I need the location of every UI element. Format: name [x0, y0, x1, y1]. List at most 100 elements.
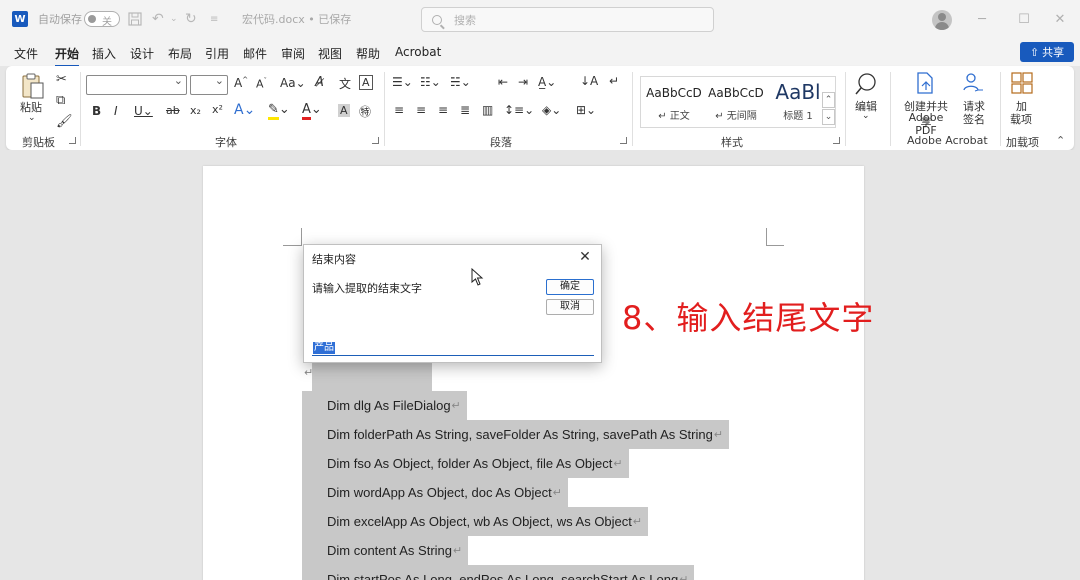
align-right-icon[interactable]: ≡ [438, 103, 448, 117]
tab-view[interactable]: 视图 [318, 45, 342, 62]
numbering-icon[interactable]: ☷⌄ [420, 75, 441, 89]
font-name-combo[interactable] [86, 74, 187, 95]
clipboard-launcher-icon[interactable] [69, 137, 76, 144]
request-signature-icon[interactable] [961, 71, 985, 95]
code-line[interactable]: Dim folderPath As String, saveFolder As … [302, 420, 730, 449]
styles-scroll-up-icon[interactable]: ⌃ [822, 92, 835, 108]
request-sign-label-2[interactable]: 签名 [963, 111, 985, 127]
enclose-characters-icon[interactable]: ㊕ [359, 103, 371, 120]
save-icon[interactable] [128, 0, 142, 38]
underline-icon[interactable]: U⌄ [134, 104, 153, 118]
maximize-icon[interactable]: ☐ [1004, 0, 1044, 38]
code-line[interactable]: Dim fso As Object, folder As Object, fil… [302, 449, 629, 478]
superscript-icon[interactable]: x² [212, 103, 223, 116]
code-line[interactable]: Dim dlg As FileDialog ↵ [302, 391, 467, 420]
borders-icon[interactable]: ⊞⌄ [576, 103, 596, 117]
document-title[interactable]: 宏代码.docx • 已保存 [242, 0, 351, 38]
bold-icon[interactable]: B [92, 104, 101, 118]
addins-icon[interactable] [1011, 72, 1033, 94]
editing-dropdown-icon[interactable]: ⌄ [862, 111, 870, 121]
strikethrough-icon[interactable]: ab [166, 104, 180, 117]
copy-icon[interactable]: ⧉ [56, 93, 65, 108]
clear-formatting-icon[interactable]: A̷ [315, 75, 324, 90]
margin-corner-mark [766, 245, 784, 246]
autosave-state: 关 [102, 17, 112, 28]
tab-design[interactable]: 设计 [130, 45, 154, 62]
document-page[interactable]: ↵ Dim dlg As FileDialog ↵ Dim folderPath … [203, 166, 864, 580]
tab-acrobat[interactable]: Acrobat [395, 45, 441, 59]
tab-home[interactable]: 开始 [55, 45, 80, 67]
collapse-ribbon-icon[interactable]: ⌃ [1056, 134, 1065, 147]
paragraph-launcher-icon[interactable] [620, 137, 627, 144]
tab-references[interactable]: 引用 [205, 45, 229, 62]
font-size-combo[interactable] [190, 74, 228, 95]
tab-help[interactable]: 帮助 [356, 45, 380, 62]
undo-icon[interactable]: ↶ [152, 0, 164, 38]
asian-layout-icon[interactable]: A̲⌄ [538, 75, 556, 89]
style-normal[interactable]: AaBbCcD ↵ 正文 [643, 77, 705, 127]
search-input[interactable]: 搜索 [421, 7, 714, 32]
tab-insert[interactable]: 插入 [92, 45, 116, 62]
tab-review[interactable]: 审阅 [281, 45, 305, 62]
justify-icon[interactable]: ≣ [460, 103, 470, 117]
undo-dropdown-icon[interactable]: ⌄ [170, 0, 178, 38]
distributed-icon[interactable]: ▥ [482, 103, 493, 117]
tab-mailings[interactable]: 邮件 [243, 45, 267, 62]
highlight-icon[interactable]: ✎⌄ [268, 102, 290, 120]
align-left-icon[interactable]: ≡ [394, 103, 404, 117]
ok-button[interactable]: 确定 [546, 279, 594, 295]
user-avatar[interactable] [932, 10, 952, 30]
styles-launcher-icon[interactable] [833, 137, 840, 144]
style-heading-1[interactable]: AaBl 标题 1 [767, 77, 829, 127]
paste-dropdown-icon[interactable]: ⌄ [28, 113, 36, 123]
shading-icon[interactable]: ◈⌄ [542, 103, 561, 117]
share-button[interactable]: ⇧ 共享 [1020, 42, 1074, 62]
margin-corner-mark [301, 228, 302, 246]
multilevel-list-icon[interactable]: ☵⌄ [450, 75, 471, 89]
tab-file[interactable]: 文件 [14, 45, 38, 62]
italic-icon[interactable]: I [114, 104, 118, 118]
code-line[interactable]: Dim content As String ↵ [302, 536, 469, 565]
text-effects-icon[interactable]: A⌄ [234, 102, 255, 118]
change-case-icon[interactable]: Aa⌄ [280, 76, 306, 90]
shrink-font-icon[interactable]: Aˇ [256, 77, 267, 91]
menu-bar: 文件 开始 插入 设计 布局 引用 邮件 审阅 视图 帮助 Acrobat [0, 38, 1080, 67]
line-spacing-icon[interactable]: ↕≡⌄ [504, 103, 534, 117]
grow-font-icon[interactable]: A^ [234, 76, 248, 90]
minimize-icon[interactable]: ─ [962, 0, 1002, 38]
format-painter-icon[interactable]: 🖌 [56, 114, 73, 129]
sort-icon[interactable]: ↓A [580, 74, 598, 88]
decrease-indent-icon[interactable]: ⇤ [498, 75, 508, 89]
font-color-icon[interactable]: A⌄ [302, 102, 322, 120]
code-line[interactable]: Dim startPos As Long, endPos As Long, se… [302, 565, 695, 580]
group-label-clipboard: 剪贴板 [22, 136, 55, 149]
customize-icon[interactable]: ≡ [210, 0, 218, 38]
code-line[interactable]: Dim wordApp As Object, doc As Object ↵ [302, 478, 568, 507]
bullets-icon[interactable]: ☰⌄ [392, 75, 413, 89]
divider [890, 72, 891, 146]
code-line[interactable]: Dim excelApp As Object, wb As Object, ws… [302, 507, 649, 536]
create-pdf-icon[interactable] [914, 71, 936, 95]
subscript-icon[interactable]: x₂ [190, 104, 201, 117]
paste-icon[interactable] [20, 72, 46, 100]
align-center-icon[interactable]: ≡ [416, 103, 426, 117]
font-launcher-icon[interactable] [372, 137, 379, 144]
cancel-button[interactable]: 取消 [546, 299, 594, 315]
close-icon[interactable]: ✕ [575, 247, 595, 267]
character-shading-icon[interactable]: A [338, 104, 350, 117]
phonetic-guide-icon[interactable]: 文 [339, 75, 351, 92]
style-no-spacing[interactable]: AaBbCcD ↵ 无间隔 [705, 77, 767, 127]
styles-expand-icon[interactable]: ⌄ [822, 109, 835, 125]
redo-icon[interactable]: ↻ [185, 0, 197, 38]
end-text-input[interactable]: 产品 [312, 341, 594, 356]
toggle-knob [88, 15, 96, 23]
tab-layout[interactable]: 布局 [168, 45, 192, 62]
addins-label-2[interactable]: 载项 [1010, 111, 1032, 127]
increase-indent-icon[interactable]: ⇥ [518, 75, 528, 89]
cut-icon[interactable]: ✂ [56, 72, 67, 87]
show-marks-icon[interactable]: ↵ [609, 74, 619, 88]
close-icon[interactable]: ✕ [1040, 0, 1080, 38]
autosave-toggle[interactable]: 关 [84, 11, 120, 28]
find-icon[interactable] [854, 72, 878, 96]
character-border-icon[interactable]: A [359, 75, 373, 90]
